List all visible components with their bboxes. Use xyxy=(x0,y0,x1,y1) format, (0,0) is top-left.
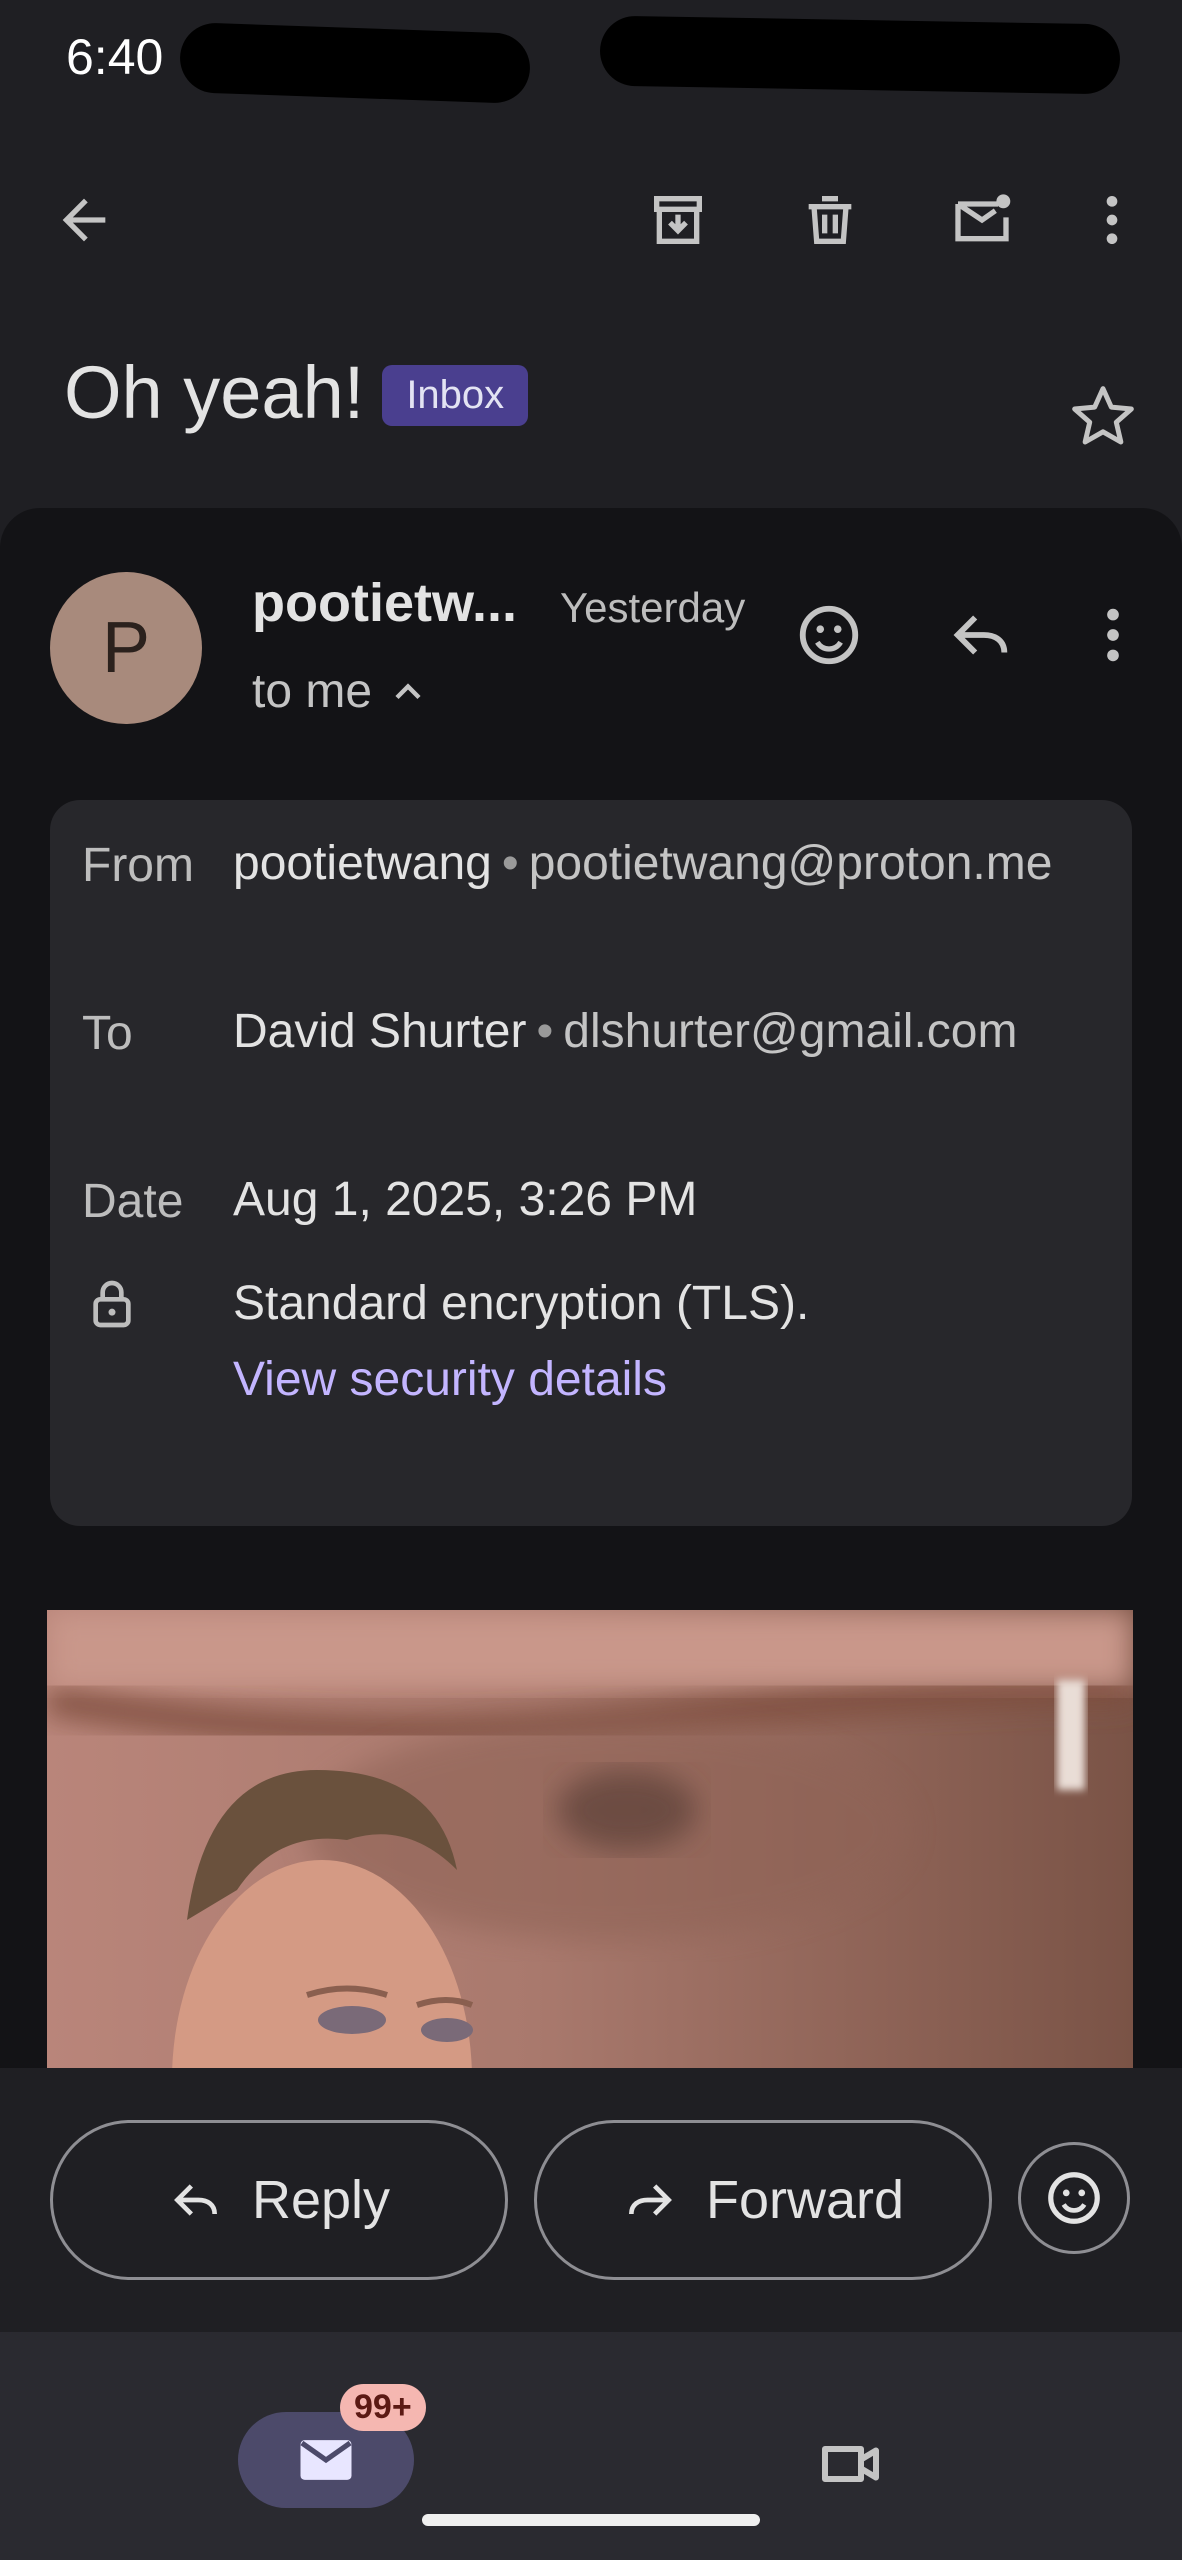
message-image[interactable] xyxy=(47,1610,1133,2068)
reply-label: Reply xyxy=(251,2170,391,2230)
from-label: From xyxy=(82,839,194,892)
mark-unread-button[interactable] xyxy=(942,180,1022,260)
from-email[interactable]: pootietwang@proton.me xyxy=(529,837,1053,890)
view-security-details-link[interactable]: View security details xyxy=(233,1342,1113,1418)
subject-row: Oh yeah! Inbox xyxy=(64,350,529,435)
star-icon[interactable] xyxy=(1066,380,1140,454)
add-reaction-button[interactable] xyxy=(784,590,874,680)
status-bar: 6:40 xyxy=(0,0,1182,120)
more-vert-icon xyxy=(1107,608,1119,662)
video-camera-icon xyxy=(822,2446,879,2482)
lock-icon xyxy=(93,1280,131,1328)
chevron-up-icon xyxy=(395,682,421,699)
inbox-label-chip[interactable]: Inbox xyxy=(382,365,529,426)
delete-button[interactable] xyxy=(790,180,870,260)
sender-name[interactable]: pootietw... xyxy=(252,572,517,634)
back-button[interactable] xyxy=(44,180,124,260)
forward-icon xyxy=(628,2184,672,2216)
nav-meet-tab[interactable] xyxy=(812,2424,892,2504)
emoji-icon xyxy=(799,605,859,665)
arrow-back-icon xyxy=(62,198,106,242)
encryption-info: Standard encryption (TLS). View security… xyxy=(233,1266,1113,1418)
recipient-summary: to me xyxy=(252,665,373,718)
bottom-action-bar: Reply Forward xyxy=(0,2068,1182,2332)
redacted-area xyxy=(178,21,532,105)
from-value: pootietwang • pootietwang@proton.me xyxy=(233,837,1053,890)
message-more-button[interactable] xyxy=(1068,590,1158,680)
more-options-button[interactable] xyxy=(1072,180,1152,260)
to-name[interactable]: David Shurter xyxy=(233,1005,526,1058)
face-photo xyxy=(47,1610,1133,2068)
mail-icon xyxy=(300,2440,352,2480)
encryption-text: Standard encryption (TLS). xyxy=(233,1277,810,1330)
redacted-area xyxy=(599,15,1121,95)
to-email[interactable]: dlshurter@gmail.com xyxy=(563,1005,1017,1058)
trash-icon xyxy=(808,196,852,244)
archive-button[interactable] xyxy=(638,180,718,260)
reply-pill-button[interactable]: Reply xyxy=(50,2120,508,2280)
email-screen: 6:40 Oh yeah! Inbox P pootietw... Yester… xyxy=(0,0,1182,2560)
subject-title: Oh yeah! xyxy=(64,351,365,434)
to-value: David Shurter • dlshurter@gmail.com xyxy=(233,1005,1018,1058)
reply-icon xyxy=(174,2184,217,2216)
reply-icon xyxy=(953,615,1008,655)
status-time: 6:40 xyxy=(66,29,164,85)
archive-icon xyxy=(654,196,702,244)
sender-avatar[interactable]: P xyxy=(50,572,202,724)
from-name[interactable]: pootietwang xyxy=(233,837,492,890)
forward-pill-button[interactable]: Forward xyxy=(534,2120,992,2280)
to-label: To xyxy=(82,1007,133,1060)
forward-label: Forward xyxy=(705,2170,905,2230)
unread-count-badge: 99+ xyxy=(340,2384,426,2431)
message-time: Yesterday xyxy=(560,584,746,631)
reply-button[interactable] xyxy=(936,590,1026,680)
emoji-react-button[interactable] xyxy=(1018,2142,1130,2254)
more-vert-icon xyxy=(1106,196,1118,244)
top-toolbar xyxy=(0,150,1182,290)
date-value: Aug 1, 2025, 3:26 PM xyxy=(233,1173,698,1226)
date-label: Date xyxy=(82,1175,184,1228)
message-details-panel: From pootietwang • pootietwang@proton.me T… xyxy=(50,800,1132,1526)
recipient-toggle[interactable]: to me xyxy=(252,664,430,719)
mail-unread-icon xyxy=(955,194,1011,242)
home-indicator[interactable] xyxy=(422,2514,760,2526)
emoji-icon xyxy=(1048,2172,1100,2224)
